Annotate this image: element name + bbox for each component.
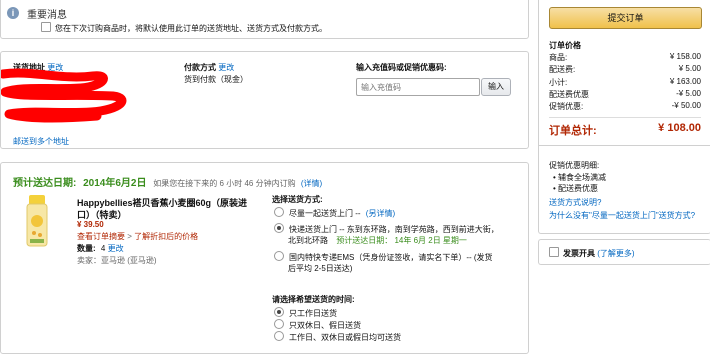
shipping-option-express[interactable]: 快递送货上门 -- 东到东环路，南到学苑路，西到前进大街， — [274, 223, 499, 235]
summary-divider — [549, 117, 701, 118]
seller-info: 卖家：亚马逊 (亚马逊) — [77, 256, 157, 265]
time-option-weekday[interactable]: 只工作日送货 — [274, 307, 337, 319]
product-price: ¥ 39.50 — [77, 220, 104, 229]
discount-price-link[interactable]: 了解折扣后的价格 — [134, 232, 198, 241]
invoice-panel: 发票开具 (了解更多) — [538, 239, 710, 265]
delivery-note-mid2: 分钟内订购 — [255, 179, 296, 188]
shipping-radio-together[interactable] — [274, 207, 284, 217]
info-icon: i — [7, 7, 19, 19]
together-detail-link[interactable]: (另详情) — [366, 209, 395, 218]
order-total-label: 订单总计: — [549, 125, 597, 137]
delivery-detail-link[interactable]: (详情) — [301, 179, 322, 188]
order-summary-panel: 提交订单 订单价格 商品: ¥ 158.00 配送费: ¥ 5.00 小计: ¥ 16… — [538, 0, 710, 234]
shipping-option-ems-line2: 后平均 2-5日送达) — [288, 264, 353, 273]
time-option-anytime[interactable]: 工作日、双休日或假日均可送货 — [274, 331, 401, 343]
multi-address-link[interactable]: 邮送到多个地址 — [13, 136, 69, 147]
promo-detail-item-2: • 配送费优惠 — [553, 184, 599, 193]
shipping-radio-express[interactable] — [274, 223, 284, 233]
payment-label: 付款方式 更改 — [184, 63, 235, 72]
quantity-row: 数量: 4 更改 — [77, 243, 124, 254]
redacted-address — [1, 68, 127, 123]
promo-detail-title: 促销优惠明细: — [549, 161, 600, 170]
summary-rows: 商品: ¥ 158.00 配送费: ¥ 5.00 小计: ¥ 163.00 配送费优惠… — [549, 52, 701, 112]
delivery-hours: 6 — [219, 179, 224, 188]
time-radio-weekday[interactable] — [274, 307, 284, 317]
express-eta: 预计送达日期： 14年 6月 2日 星期一 — [336, 236, 467, 245]
checkout-info-panel: 送货地址 更改 邮送到多个地址 付款方式 更改 货到付款（现金） 输入充值码或促… — [0, 51, 529, 149]
product-image[interactable] — [24, 191, 50, 249]
important-notice: i 重要消息 您在下次订购商品时，将默认使用此订单的送货地址、送货方式及付款方式… — [0, 0, 529, 39]
invoice-checkbox[interactable] — [549, 247, 559, 257]
delivery-time-title: 请选择希望送货的时间: — [272, 295, 355, 304]
notice-title: 重要消息 — [27, 10, 67, 21]
summary-row-promo-discount: 促销优惠: -¥ 50.00 — [549, 101, 701, 111]
shipping-option-ems[interactable]: 国内特快专递EMS（凭身份证签收，请实名下单）-- (发货 — [274, 251, 493, 263]
summary-row-shipping-discount: 配送费优惠 -¥ 5.00 — [549, 89, 701, 99]
invoice-row: 发票开具 (了解更多) — [549, 247, 635, 259]
delivery-note-before: 如果您在接下来的 — [153, 179, 218, 188]
submit-order-button[interactable]: 提交订单 — [549, 7, 702, 29]
shipping-option-together[interactable]: 尽量一起送货上门 -- (另详情) — [274, 207, 395, 219]
shipment-panel: 预计送达日期: 2014年6月2日 如果您在接下来的 6 小时 46 分钟内订购… — [0, 162, 529, 354]
quantity-change-link[interactable]: 更改 — [108, 244, 124, 253]
order-total-row: 订单总计: ¥ 108.00 — [549, 122, 701, 137]
delivery-minutes: 46 — [244, 179, 254, 188]
order-total-value: ¥ 108.00 — [658, 122, 701, 134]
delivery-header: 预计送达日期: 2014年6月2日 如果您在接下来的 6 小时 46 分钟内订购… — [13, 174, 322, 189]
remember-checkbox[interactable] — [41, 22, 51, 32]
delivery-label: 预计送达日期: — [13, 178, 77, 189]
time-option-weekend[interactable]: 只双休日、假日送货 — [274, 319, 361, 331]
shipping-method-title: 选择送货方式: — [272, 195, 323, 204]
quantity-label: 数量: — [77, 244, 96, 253]
payment-value: 货到付款（现金） — [184, 75, 248, 84]
time-radio-weekend[interactable] — [274, 319, 284, 329]
order-summary-link[interactable]: 查看订单摘要 — [77, 232, 125, 241]
invoice-learn-more-link[interactable]: (了解更多) — [597, 249, 634, 258]
time-radio-anytime[interactable] — [274, 331, 284, 341]
summary-divider-2 — [539, 145, 710, 146]
summary-row-items: 商品: ¥ 158.00 — [549, 52, 701, 62]
delivery-note-mid1: 小时 — [226, 179, 243, 188]
notice-text: 您在下次订购商品时，将默认使用此订单的送货地址、送货方式及付款方式。 — [55, 24, 327, 33]
shipping-radio-ems[interactable] — [274, 251, 284, 261]
notice-checkbox[interactable]: 您在下次订购商品时，将默认使用此订单的送货地址、送货方式及付款方式。 — [41, 22, 327, 34]
shipping-explain-link[interactable]: 送货方式说明? — [549, 197, 601, 208]
summary-row-subtotal: 小计: ¥ 163.00 — [549, 77, 701, 87]
promo-detail-item-1: • 辅食全场满减 — [553, 173, 607, 182]
coupon-apply-button[interactable]: 输入 — [481, 78, 511, 96]
why-no-together-link[interactable]: 为什么没有"尽量一起送货上门"送货方式? — [549, 210, 695, 221]
product-jar-icon — [26, 195, 48, 247]
payment-change-link[interactable]: 更改 — [218, 63, 234, 72]
shipping-option-express-line2: 北到北环路 预计送达日期： 14年 6月 2日 星期一 — [288, 236, 467, 245]
promo-links: 查看订单摘要 > 了解折扣后的价格 — [77, 231, 198, 242]
coupon-input[interactable] — [356, 78, 480, 96]
summary-row-shipping: 配送费: ¥ 5.00 — [549, 64, 701, 74]
invoice-label: 发票开具 — [563, 249, 595, 258]
summary-title: 订单价格 — [549, 41, 581, 50]
quantity-value: 4 — [100, 244, 106, 253]
delivery-date: 2014年6月2日 — [83, 178, 147, 189]
promo-separator: > — [127, 232, 132, 241]
coupon-label: 输入充值码或促销优惠码: — [356, 63, 447, 72]
